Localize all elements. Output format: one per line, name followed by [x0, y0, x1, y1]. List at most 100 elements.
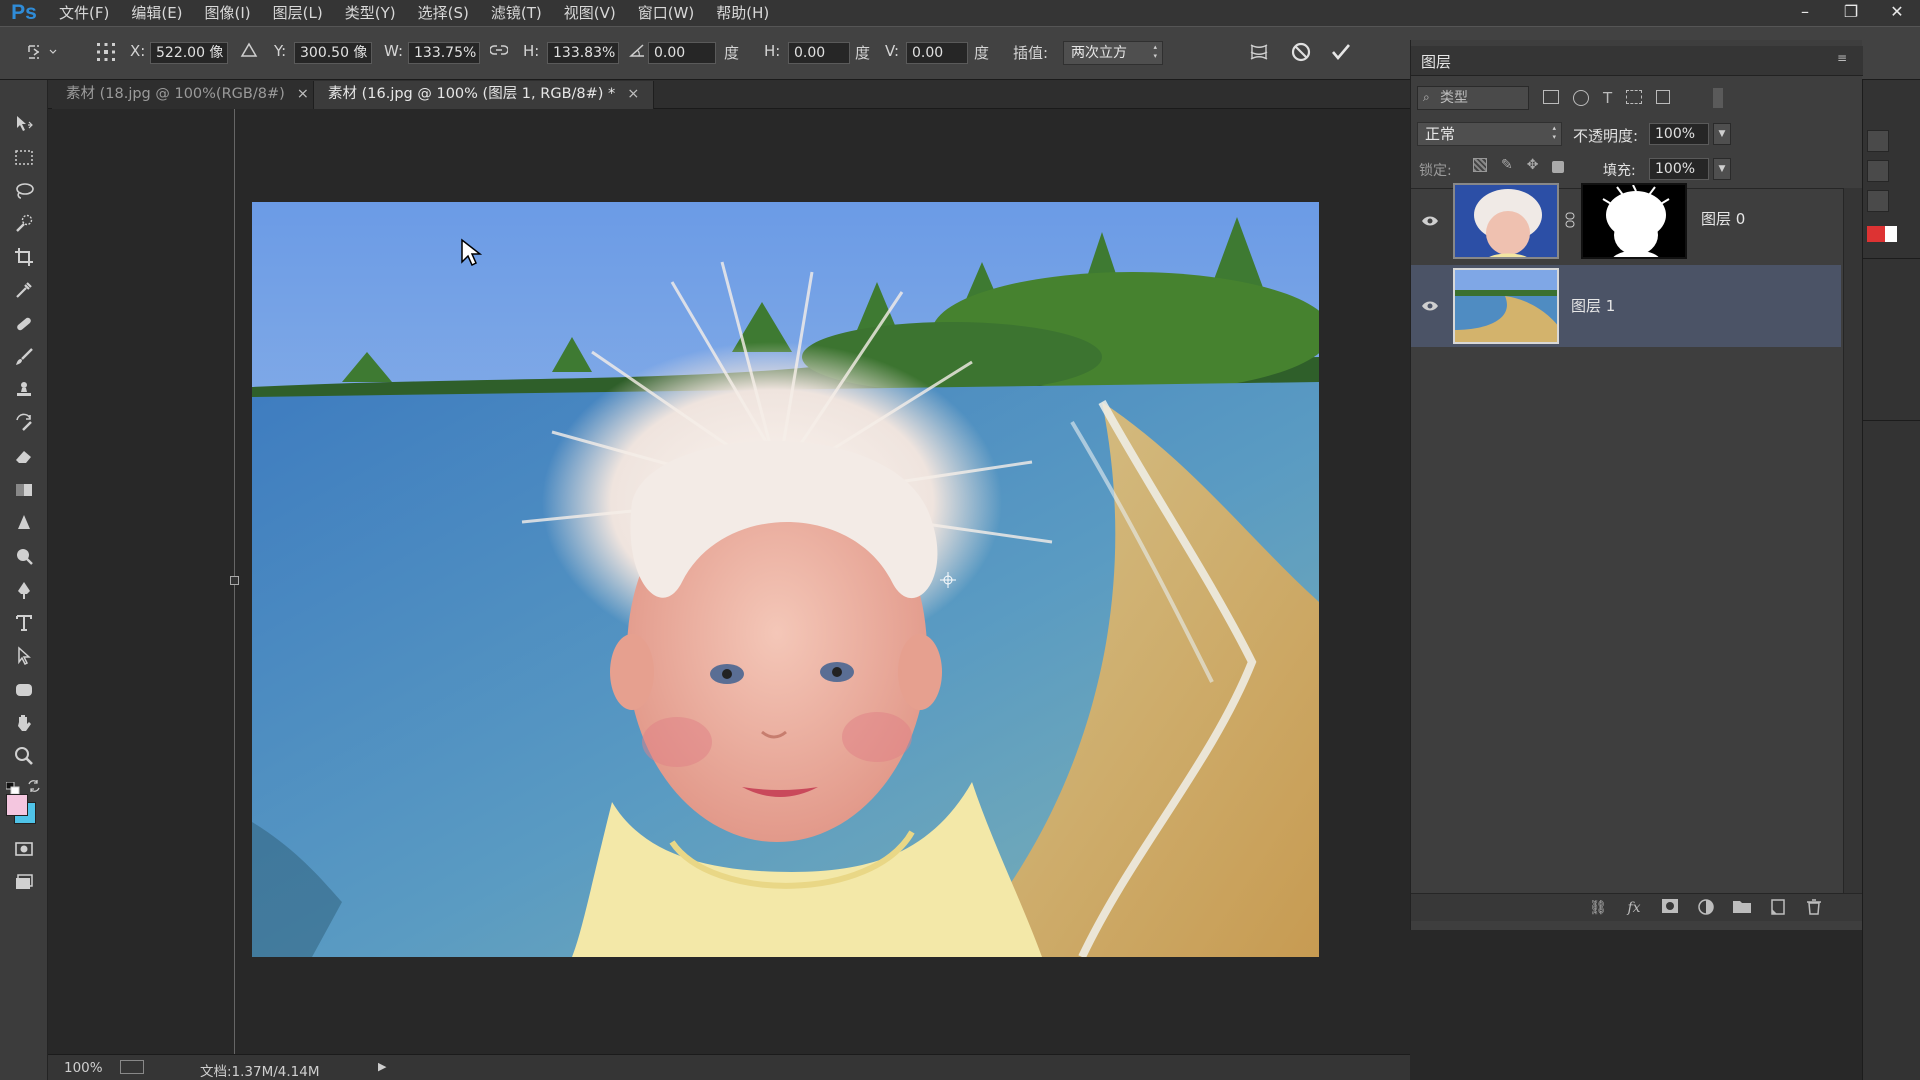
- cancel-transform-icon[interactable]: [1289, 40, 1313, 68]
- menu-edit[interactable]: 编辑(E): [120, 0, 193, 26]
- layer-name[interactable]: 图层 1: [1571, 295, 1615, 316]
- type-tool-icon[interactable]: [8, 609, 40, 637]
- blur-tool-icon[interactable]: [8, 509, 40, 537]
- eraser-tool-icon[interactable]: [8, 442, 40, 470]
- close-window-button[interactable]: ✕: [1874, 0, 1920, 22]
- rotation-field[interactable]: 0.00: [648, 42, 716, 64]
- lock-position-icon[interactable]: ✥: [1527, 158, 1539, 173]
- layers-scrollbar[interactable]: [1843, 188, 1863, 893]
- mask-link-icon[interactable]: [1564, 212, 1576, 232]
- type-filter-icon[interactable]: T: [1603, 90, 1612, 108]
- default-colors-icon[interactable]: [5, 780, 20, 795]
- x-position-field[interactable]: 522.00 像: [150, 42, 228, 64]
- height-scale-field[interactable]: 133.83%: [547, 42, 619, 64]
- horizontal-skew-field[interactable]: 0.00: [788, 42, 850, 64]
- move-tool-icon[interactable]: [8, 110, 40, 138]
- interpolation-select[interactable]: 两次立方: [1063, 41, 1163, 65]
- shape-filter-icon[interactable]: [1626, 90, 1643, 104]
- width-scale-field[interactable]: 133.75%: [408, 42, 480, 64]
- zoom-tool-icon[interactable]: [8, 742, 40, 770]
- dock-panel-button[interactable]: [1867, 130, 1889, 152]
- menu-help[interactable]: 帮助(H): [705, 0, 780, 26]
- crop-tool-icon[interactable]: [8, 243, 40, 271]
- menu-file[interactable]: 文件(F): [48, 0, 120, 26]
- marquee-tool-icon[interactable]: [8, 144, 40, 172]
- layer-mask-thumbnail[interactable]: [1581, 183, 1687, 259]
- menu-view[interactable]: 视图(V): [553, 0, 627, 26]
- commit-transform-icon[interactable]: [1329, 40, 1353, 68]
- fill-dropdown-icon[interactable]: ▼: [1713, 158, 1731, 180]
- swap-colors-icon[interactable]: [27, 779, 41, 793]
- eyedropper-tool-icon[interactable]: [8, 276, 40, 304]
- zoom-level[interactable]: 100%: [64, 1060, 103, 1076]
- gradient-tool-icon[interactable]: [8, 476, 40, 504]
- brush-tool-icon[interactable]: [8, 343, 40, 371]
- link-layers-icon[interactable]: ⛓: [1589, 899, 1607, 917]
- pen-tool-icon[interactable]: [8, 576, 40, 604]
- dock-panel-button[interactable]: [1867, 190, 1889, 212]
- smart-object-filter-icon[interactable]: [1656, 90, 1671, 104]
- lock-all-icon[interactable]: [1552, 161, 1565, 173]
- new-group-folder-icon[interactable]: [1733, 899, 1751, 917]
- lasso-tool-icon[interactable]: [8, 177, 40, 205]
- healing-brush-tool-icon[interactable]: [8, 310, 40, 338]
- foreground-color-swatch[interactable]: [6, 794, 28, 816]
- restore-button[interactable]: ❐: [1828, 0, 1874, 22]
- layer-row-1[interactable]: 图层 1: [1411, 265, 1841, 347]
- status-menu-arrow-icon[interactable]: ▶: [378, 1060, 386, 1073]
- minimize-button[interactable]: –: [1782, 0, 1828, 22]
- dodge-tool-icon[interactable]: [8, 542, 40, 570]
- adjustment-filter-icon[interactable]: [1573, 90, 1589, 106]
- menu-filter[interactable]: 滤镜(T): [480, 0, 553, 26]
- y-position-field[interactable]: 300.50 像: [294, 42, 372, 64]
- layers-panel-title[interactable]: 图层: [1421, 51, 1451, 72]
- pixel-filter-icon[interactable]: [1543, 90, 1559, 104]
- opacity-dropdown-icon[interactable]: ▼: [1713, 123, 1731, 145]
- layer-filter-select[interactable]: 类型: [1417, 86, 1529, 110]
- opacity-field[interactable]: 100%: [1649, 123, 1709, 145]
- filter-toggle[interactable]: [1713, 88, 1723, 108]
- document-image[interactable]: [252, 202, 1319, 957]
- history-brush-tool-icon[interactable]: [8, 409, 40, 437]
- screen-mode-icon[interactable]: [8, 868, 40, 896]
- warp-mode-icon[interactable]: [1247, 40, 1271, 68]
- blend-mode-select[interactable]: 正常: [1417, 122, 1562, 146]
- add-mask-icon[interactable]: [1661, 899, 1679, 917]
- fx-icon[interactable]: fx: [1625, 899, 1643, 917]
- hand-tool-icon[interactable]: [8, 709, 40, 737]
- quick-selection-tool-icon[interactable]: [8, 210, 40, 238]
- vertical-skew-field[interactable]: 0.00: [906, 42, 968, 64]
- tab-document-16[interactable]: 素材 (16.jpg @ 100% (图层 1, RGB/8#) * ×: [313, 81, 655, 109]
- visibility-eye-icon[interactable]: [1417, 293, 1443, 319]
- color-swatch-icon[interactable]: [1867, 226, 1897, 242]
- new-layer-icon[interactable]: [1769, 899, 1787, 917]
- tab-close-icon[interactable]: ×: [297, 86, 309, 102]
- layer-thumbnail[interactable]: [1453, 268, 1559, 344]
- adjustment-layer-icon[interactable]: [1697, 899, 1715, 917]
- dock-panel-button[interactable]: [1867, 160, 1889, 182]
- menu-select[interactable]: 选择(S): [407, 0, 480, 26]
- fill-field[interactable]: 100%: [1649, 158, 1709, 180]
- transform-tool-preset-icon[interactable]: [26, 41, 58, 67]
- path-selection-tool-icon[interactable]: [8, 642, 40, 670]
- transform-handle[interactable]: [230, 576, 239, 585]
- panel-menu-icon[interactable]: ≡: [1837, 51, 1847, 65]
- tab-document-18[interactable]: 素材 (18.jpg @ 100%(RGB/8#) ×: [52, 81, 323, 109]
- layer-name[interactable]: 图层 0: [1701, 208, 1745, 229]
- menu-type[interactable]: 类型(Y): [334, 0, 407, 26]
- layer-thumbnail[interactable]: [1453, 183, 1559, 259]
- menu-layer[interactable]: 图层(L): [262, 0, 334, 26]
- shape-tool-icon[interactable]: [8, 676, 40, 704]
- tab-close-icon[interactable]: ×: [627, 86, 639, 102]
- link-proportions-icon[interactable]: [489, 43, 509, 61]
- visibility-eye-icon[interactable]: [1417, 208, 1443, 234]
- menu-image[interactable]: 图像(I): [194, 0, 262, 26]
- trash-icon[interactable]: [1805, 899, 1823, 917]
- relative-position-icon[interactable]: [240, 41, 258, 63]
- layer-row-0[interactable]: 图层 0: [1411, 180, 1841, 262]
- lock-image-icon[interactable]: ✎: [1501, 158, 1513, 173]
- quick-mask-icon[interactable]: [8, 835, 40, 863]
- menu-window[interactable]: 窗口(W): [627, 0, 706, 26]
- transform-center-crosshair-icon[interactable]: [940, 572, 956, 588]
- clone-stamp-tool-icon[interactable]: [8, 376, 40, 404]
